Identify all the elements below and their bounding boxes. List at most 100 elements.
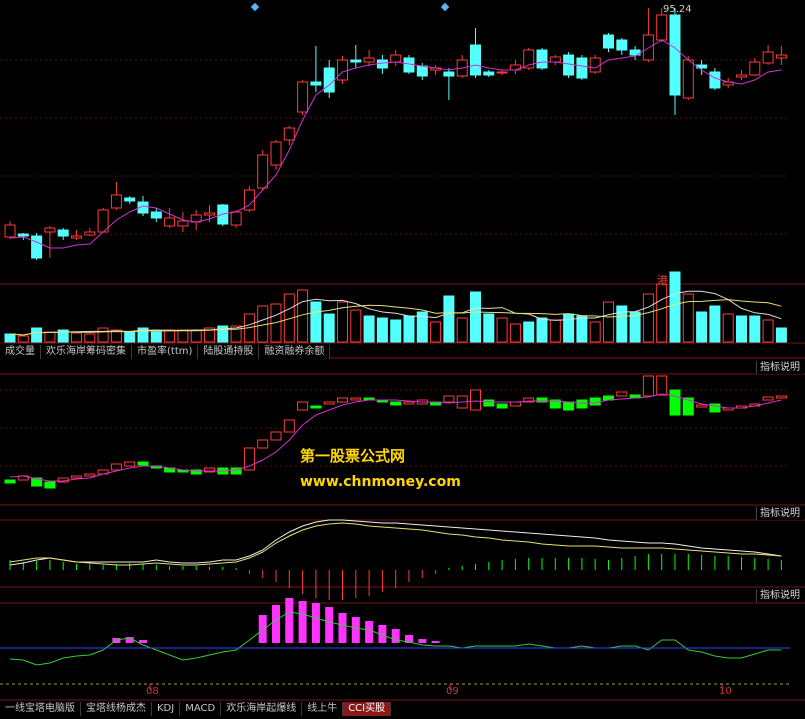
candle xyxy=(71,230,82,240)
volume-bar xyxy=(509,323,521,343)
cci-buy-bar xyxy=(351,617,360,643)
volume-bar xyxy=(363,315,375,343)
tower-block xyxy=(71,475,82,479)
candle xyxy=(243,186,255,212)
tab-tower-yang[interactable]: 宝塔线杨成杰 xyxy=(81,702,152,716)
tab-margin-balance[interactable]: 融资融券余额 xyxy=(259,345,331,359)
candle-body xyxy=(177,220,189,227)
tower-block xyxy=(496,403,508,409)
tower-blocks[interactable] xyxy=(4,375,787,489)
top-markers xyxy=(250,2,450,12)
cci-buy-bar xyxy=(285,598,294,643)
candle xyxy=(762,45,774,65)
tower-block xyxy=(270,431,282,441)
candle xyxy=(669,8,681,115)
candle xyxy=(549,55,561,65)
candle xyxy=(310,46,322,92)
volume-bar xyxy=(523,321,535,343)
candle xyxy=(470,28,481,78)
volume-bar xyxy=(376,317,388,343)
marker-diamond xyxy=(440,2,450,12)
candle-body xyxy=(164,217,176,227)
tab-chip-distribution[interactable]: 欢乐海岸筹码密集 xyxy=(41,345,132,359)
candle-body xyxy=(124,197,136,202)
cci-buy-bar xyxy=(325,607,334,643)
candle-body xyxy=(31,235,43,259)
volume-bar xyxy=(722,313,734,343)
candle xyxy=(509,60,521,74)
indicator-help-button-3[interactable]: 指标说明 xyxy=(756,589,803,602)
cci-buy-bar xyxy=(258,615,267,643)
volume-bar xyxy=(323,313,335,343)
volume-bar xyxy=(310,301,322,343)
candle xyxy=(363,50,375,66)
cci-buy-bar xyxy=(418,639,427,643)
tab-breakout-line[interactable]: 欢乐海岸起爆线 xyxy=(221,702,303,716)
candle xyxy=(57,228,69,240)
tower-block xyxy=(350,397,362,401)
candle xyxy=(337,56,348,84)
tab-pe-ttm[interactable]: 市盈率(ttm) xyxy=(132,345,199,359)
candle-body xyxy=(150,211,162,219)
macd-line-yellow xyxy=(9,522,782,566)
candle xyxy=(443,68,455,100)
candle xyxy=(749,58,761,76)
candle xyxy=(629,46,641,60)
candle xyxy=(390,50,402,66)
candle-body xyxy=(669,14,681,96)
volume-bar xyxy=(656,283,668,343)
tab-bull-line[interactable]: 线上牛 xyxy=(302,702,344,716)
tab-connect-holding[interactable]: 陆股通持股 xyxy=(198,345,260,359)
volume-bar xyxy=(31,327,43,343)
tower-block xyxy=(283,419,295,433)
candle xyxy=(84,228,96,236)
cci-buy-bar xyxy=(298,601,307,643)
tab-cci-buy[interactable]: CCI买股 xyxy=(343,702,392,716)
candle-body xyxy=(297,81,309,113)
candle xyxy=(124,196,136,204)
tower-block xyxy=(470,389,481,411)
candle-body xyxy=(656,14,668,41)
price-candles[interactable] xyxy=(4,8,787,260)
candle-body xyxy=(603,34,614,49)
candle-body xyxy=(310,81,322,86)
indicator-help-button-2[interactable]: 指标说明 xyxy=(756,507,803,520)
candle xyxy=(456,55,468,78)
tab-volume[interactable]: 成交量 xyxy=(0,345,41,359)
candle xyxy=(297,80,309,115)
tower-block xyxy=(4,479,16,484)
tower-block xyxy=(257,439,269,449)
tower-block xyxy=(44,481,56,489)
tower-block xyxy=(84,473,96,477)
candle-body xyxy=(44,227,56,233)
volume-bar xyxy=(762,319,774,343)
tower-block xyxy=(110,463,122,471)
month-label-09: 09 xyxy=(446,686,459,697)
month-label-08: 08 xyxy=(146,686,159,697)
indicator-help-button-1[interactable]: 指标说明 xyxy=(756,361,803,374)
candle-body xyxy=(350,59,362,63)
volume-bar xyxy=(430,321,442,343)
tab-kdj[interactable]: KDJ xyxy=(152,702,181,716)
tab-tower-pc[interactable]: 一线宝塔电脑版 xyxy=(0,702,81,716)
tower-block xyxy=(483,399,495,407)
tower-block xyxy=(576,399,588,409)
volume-bar xyxy=(4,333,16,343)
candle xyxy=(430,65,442,75)
high-price-label: 95.24 xyxy=(663,4,692,15)
bottom-indicator-tabs: 一线宝塔电脑版 宝塔线杨成杰 KDJ MACD 欢乐海岸起爆线 线上牛 CCI买… xyxy=(0,702,392,716)
candle xyxy=(164,208,176,228)
tower-block xyxy=(616,391,628,397)
tab-macd[interactable]: MACD xyxy=(180,702,222,716)
candle-body xyxy=(509,64,521,71)
hk-connect-marker: 港 xyxy=(657,274,668,287)
watermark-title: 第一股票公式网 xyxy=(300,447,406,465)
volume-bar xyxy=(164,329,176,343)
tower-block xyxy=(297,401,309,411)
candle-body xyxy=(496,71,508,74)
volume-bar xyxy=(669,271,681,343)
volume-bar xyxy=(44,331,56,343)
tower-block xyxy=(390,401,402,406)
volume-bar xyxy=(71,332,82,343)
candle xyxy=(4,221,16,239)
